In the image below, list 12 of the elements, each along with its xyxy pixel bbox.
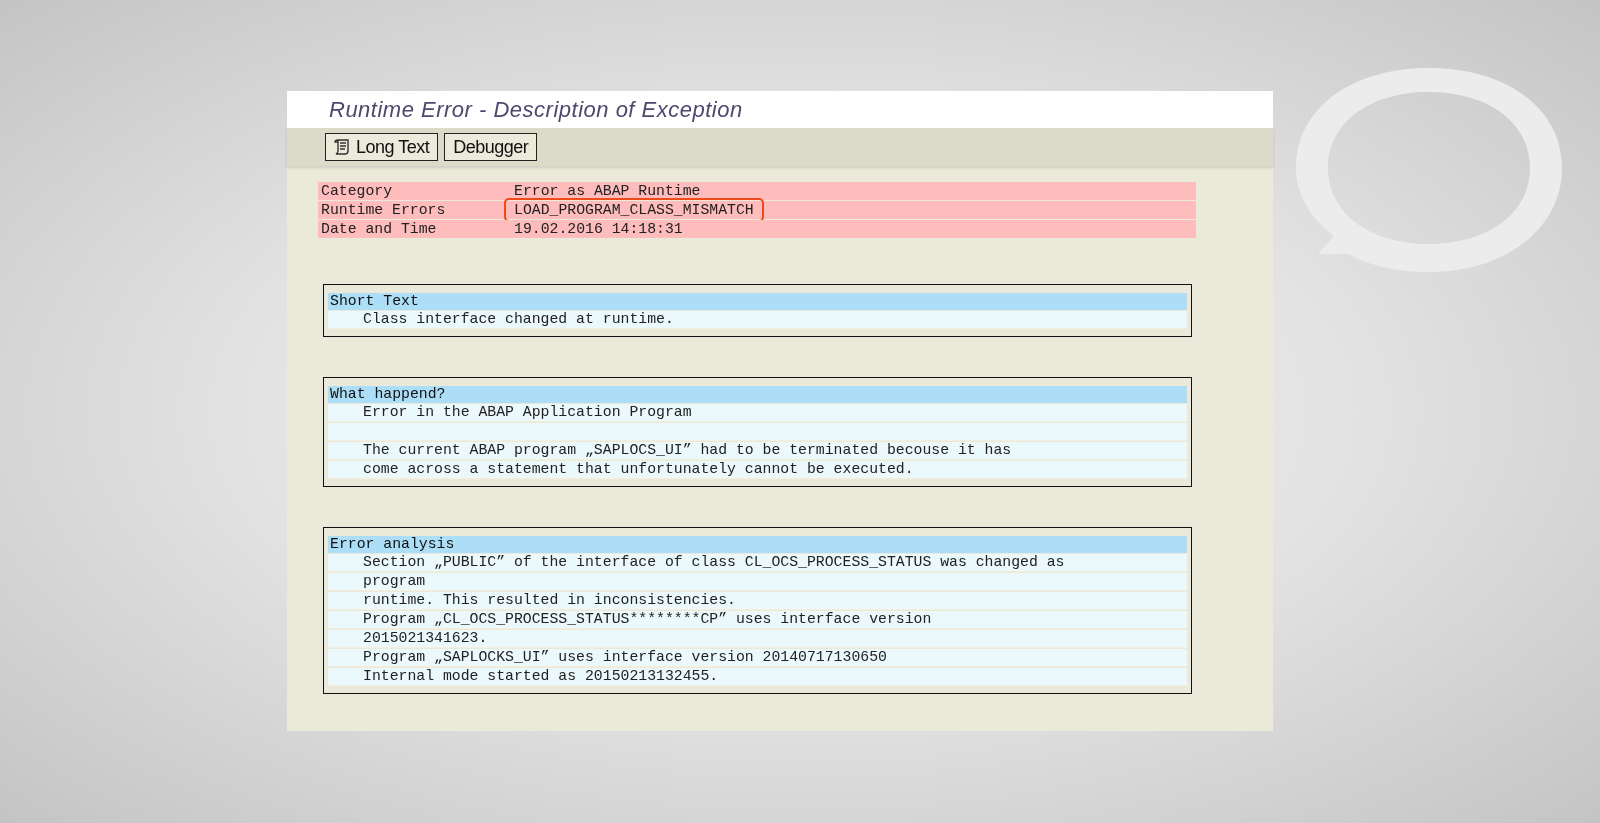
section-title: What happend? xyxy=(328,386,1187,403)
field-value: Error as ABAP Runtime xyxy=(514,181,701,201)
scroll-icon xyxy=(334,138,350,156)
toolbar-button[interactable]: Long Text xyxy=(325,133,439,161)
section-title: Error analysis xyxy=(328,536,1187,553)
field-value: 19.02.2016 14:18:31 xyxy=(514,219,683,239)
toolbar-button[interactable]: Debugger xyxy=(444,133,538,161)
window-title: Runtime Error - Description of Exception xyxy=(329,96,743,124)
section-title: Short Text xyxy=(328,293,1187,310)
field-label: Runtime Errors xyxy=(321,200,447,220)
field-label: Category xyxy=(321,181,394,201)
field-label: Date and Time xyxy=(321,219,438,239)
